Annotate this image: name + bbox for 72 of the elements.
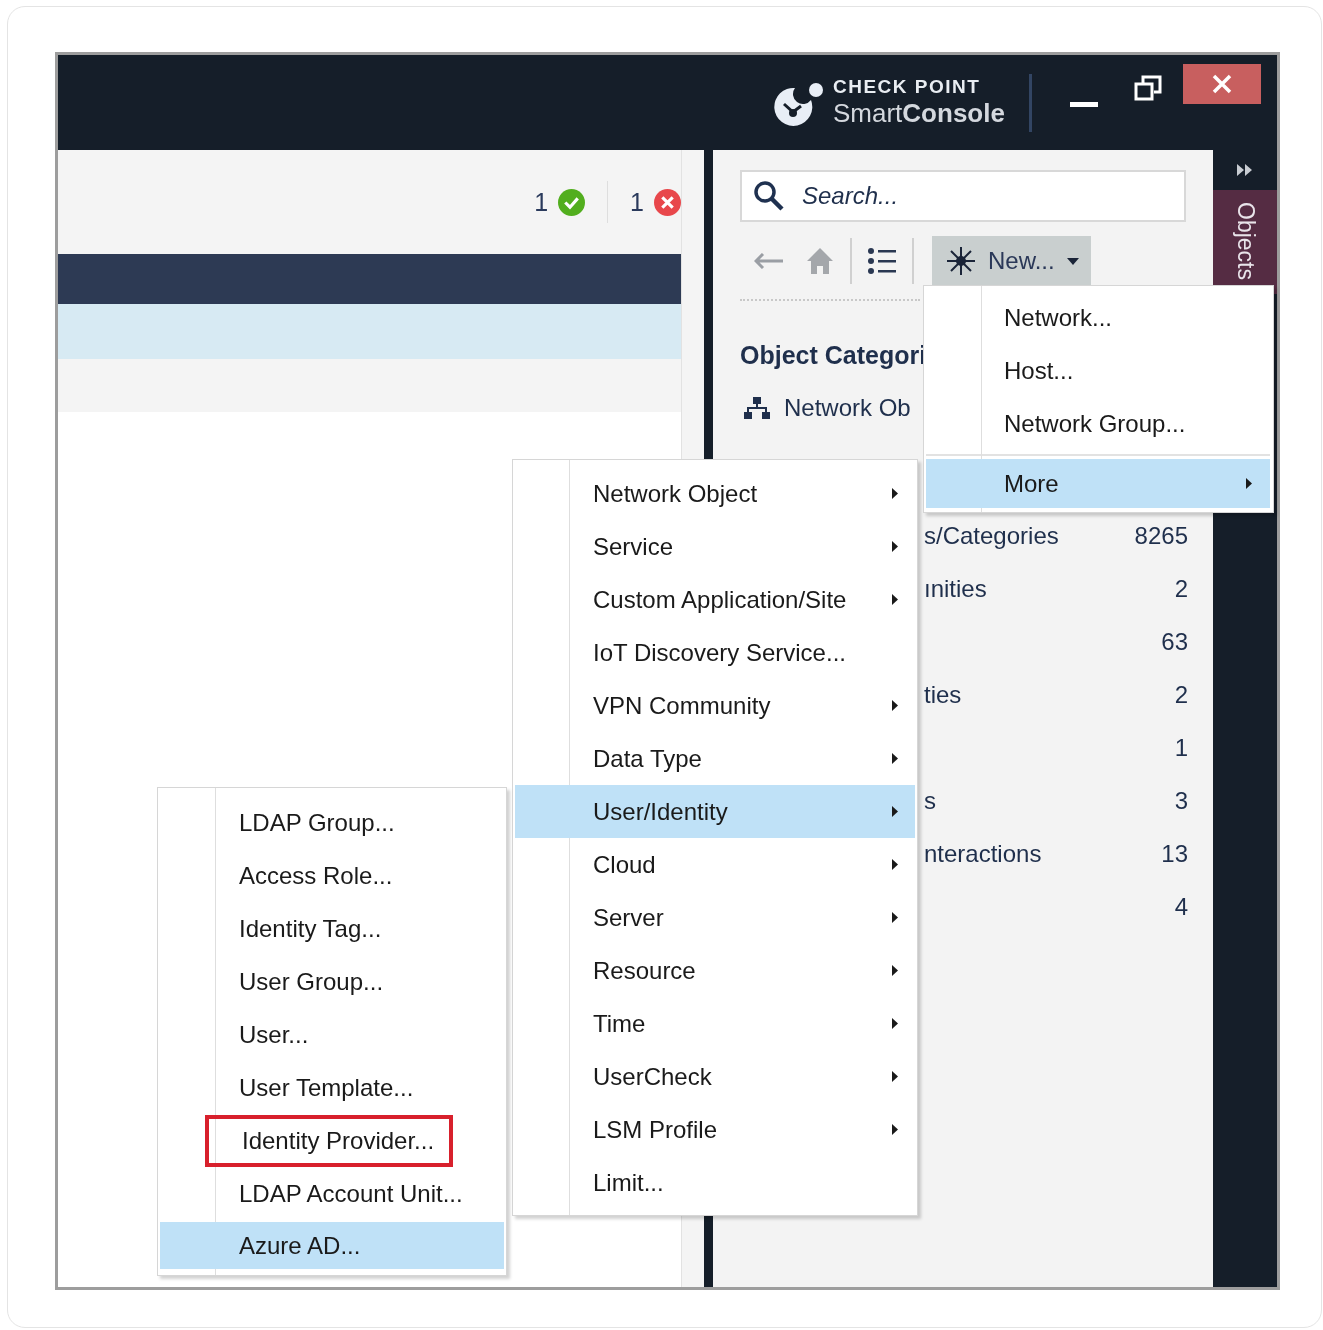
list-icon[interactable]: [868, 248, 896, 274]
category-count: 1: [1174, 734, 1188, 762]
menu-item[interactable]: Azure AD...: [160, 1222, 504, 1269]
close-button[interactable]: [1182, 64, 1261, 104]
submenu-arrow-icon: [892, 700, 898, 711]
menu-item[interactable]: Cloud: [515, 838, 915, 891]
submenu-arrow-icon: [892, 594, 898, 605]
network-icon: [744, 397, 770, 419]
submenu-arrow-icon: [892, 965, 898, 976]
menu-item[interactable]: LDAP Account Unit...: [160, 1167, 504, 1220]
new-button[interactable]: New...: [932, 236, 1091, 286]
expand-icon[interactable]: [1237, 164, 1253, 176]
menu-item[interactable]: Network Object: [515, 467, 915, 520]
brand-name: CHECK POINT: [833, 76, 982, 98]
menu-item[interactable]: User Template...: [160, 1061, 504, 1114]
category-count: 13: [1161, 840, 1188, 868]
category-name[interactable]: s/Categories: [924, 522, 1059, 550]
category-count: 2: [1174, 575, 1188, 603]
menu-item[interactable]: IoT Discovery Service...: [515, 626, 915, 679]
submenu-arrow-icon: [892, 488, 898, 499]
submenu-arrow-icon: [892, 1124, 898, 1135]
menu-item[interactable]: User/Identity: [515, 785, 915, 838]
restore-icon[interactable]: [1133, 74, 1162, 101]
menu-item[interactable]: Limit...: [515, 1156, 915, 1209]
category-count: 63: [1161, 628, 1188, 656]
close-icon: [1210, 73, 1233, 95]
caret-icon: [1066, 257, 1079, 265]
submenu-arrow-icon: [892, 1071, 898, 1082]
category-count: 4: [1174, 893, 1188, 921]
menu-item[interactable]: Data Type: [515, 732, 915, 785]
success-icon: [558, 188, 586, 216]
menu-item[interactable]: More: [926, 459, 1270, 508]
menu-item[interactable]: Identity Tag...: [160, 902, 504, 955]
submenu-arrow-icon: [892, 859, 898, 870]
menu-item[interactable]: Host...: [926, 344, 1270, 397]
category-name[interactable]: s: [924, 787, 936, 815]
sparkle-icon: [946, 246, 976, 276]
category-name[interactable]: ties: [924, 681, 962, 709]
category-name[interactable]: nteractions: [924, 840, 1042, 868]
menu-item[interactable]: LDAP Group...: [160, 796, 504, 849]
submenu-arrow-icon: [892, 753, 898, 764]
category-item[interactable]: Network Ob: [784, 394, 911, 422]
menu-item[interactable]: Time: [515, 997, 915, 1050]
menu-item[interactable]: Custom Application/Site: [515, 573, 915, 626]
menu-item[interactable]: Access Role...: [160, 849, 504, 902]
submenu-arrow-icon: [892, 1018, 898, 1029]
menu-item[interactable]: Resource: [515, 944, 915, 997]
menu-item[interactable]: User...: [160, 1008, 504, 1061]
menu-item[interactable]: UserCheck: [515, 1050, 915, 1103]
search-icon: [753, 180, 785, 212]
section-heading: Object Categori: [740, 341, 928, 370]
menu-item[interactable]: Service: [515, 520, 915, 573]
search-field[interactable]: Search...: [740, 170, 1186, 222]
minimize-icon[interactable]: [1069, 101, 1098, 108]
menu-item[interactable]: Network Group...: [926, 397, 1270, 450]
status-count: 1: [534, 187, 549, 217]
status-count: 1: [630, 187, 644, 217]
menu-item[interactable]: Server: [515, 891, 915, 944]
product-name: SmartConsole: [833, 98, 1005, 129]
menu-item[interactable]: User Group...: [160, 955, 504, 1008]
objects-tab[interactable]: Objects: [1213, 190, 1277, 294]
menu-item[interactable]: Network...: [926, 291, 1270, 344]
category-count: 2: [1174, 681, 1188, 709]
submenu-arrow-icon: [892, 912, 898, 923]
menu-item[interactable]: VPN Community: [515, 679, 915, 732]
menu-item[interactable]: LSM Profile: [515, 1103, 915, 1156]
submenu-arrow-icon: [892, 806, 898, 817]
submenu-arrow-icon: [892, 541, 898, 552]
category-name[interactable]: ınities: [924, 575, 987, 603]
category-count: 3: [1174, 787, 1188, 815]
category-count: 8265: [1134, 522, 1188, 550]
submenu-arrow-icon: [1246, 478, 1252, 489]
